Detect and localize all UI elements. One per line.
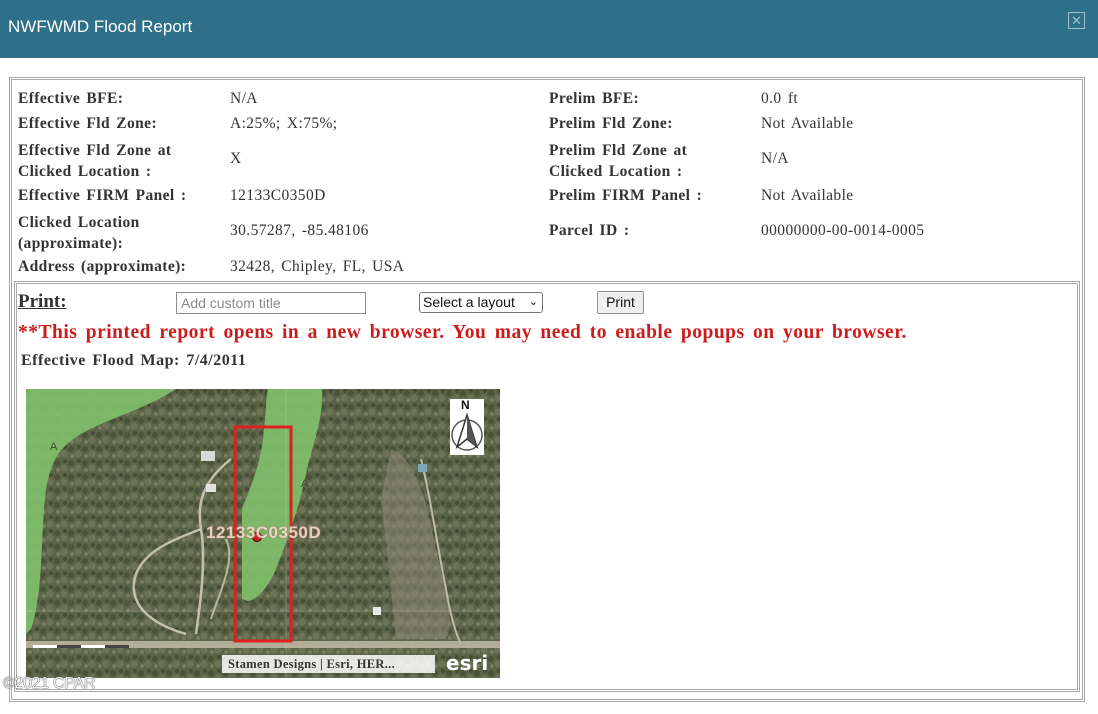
copyright-watermark: ©2021 CPAR [3,675,96,692]
print-button[interactable]: Print [597,291,644,314]
custom-title-input[interactable] [176,292,366,314]
prelim-fld-zone-value: Not Available [761,115,854,132]
effective-fld-zone-label: Effective Fld Zone: [18,115,158,132]
prelim-fld-zone-label: Prelim Fld Zone: [549,115,673,132]
dialog-titlebar: NWFWMD Flood Report ✕ [0,0,1098,58]
layout-select[interactable]: Select a layout ⌄ [419,292,543,313]
layout-select-value: Select a layout [423,294,515,310]
prelim-bfe-label: Prelim BFE: [549,90,640,107]
effective-firm-panel-value: 12133C0350D [230,187,326,204]
clicked-location-label: Clicked Location (approximate): [18,214,140,252]
parcel-id-label: Parcel ID : [549,222,630,239]
popup-warning: **This printed report opens in a new bro… [18,322,907,343]
effective-fld-zone-clicked-value: X [230,150,242,167]
parcel-id-value: 00000000-00-0014-0005 [761,222,925,239]
zone-label: A [50,441,58,453]
effective-bfe-value: N/A [230,90,258,107]
zone-label: A [301,478,309,490]
chevron-down-icon: ⌄ [528,296,538,308]
scale-bar [33,645,129,648]
prelim-firm-panel-label: Prelim FIRM Panel : [549,187,703,204]
effective-fld-zone-value: A:25%; X:75%; [230,115,338,132]
north-label: N [461,398,470,412]
address-value: 32428, Chipley, FL, USA [230,258,405,275]
map-attribution[interactable]: Stamen Designs | Esri, HER... [222,655,435,673]
close-icon[interactable]: ✕ [1068,12,1085,29]
prelim-bfe-value: 0.0 ft [761,90,799,107]
prelim-fld-zone-clicked-label: Prelim Fld Zone at Clicked Location : [549,142,688,180]
effective-bfe-label: Effective BFE: [18,90,124,107]
flood-map-heading: Effective Flood Map: 7/4/2011 [21,352,247,369]
panel-label: 12133C0350D [206,523,322,542]
flood-map[interactable]: A A 12133C0350D N [26,389,500,678]
effective-firm-panel-label: Effective FIRM Panel : [18,187,187,204]
print-label: Print: [18,291,67,312]
prelim-fld-zone-clicked-value: N/A [761,150,789,167]
prelim-firm-panel-value: Not Available [761,187,854,204]
address-label: Address (approximate): [18,258,187,275]
clicked-location-value: 30.57287, -85.48106 [230,222,369,239]
effective-fld-zone-clicked-label: Effective Fld Zone at Clicked Location : [18,142,172,180]
dialog-title: NWFWMD Flood Report [8,17,193,36]
esri-logo: esri [446,651,489,675]
